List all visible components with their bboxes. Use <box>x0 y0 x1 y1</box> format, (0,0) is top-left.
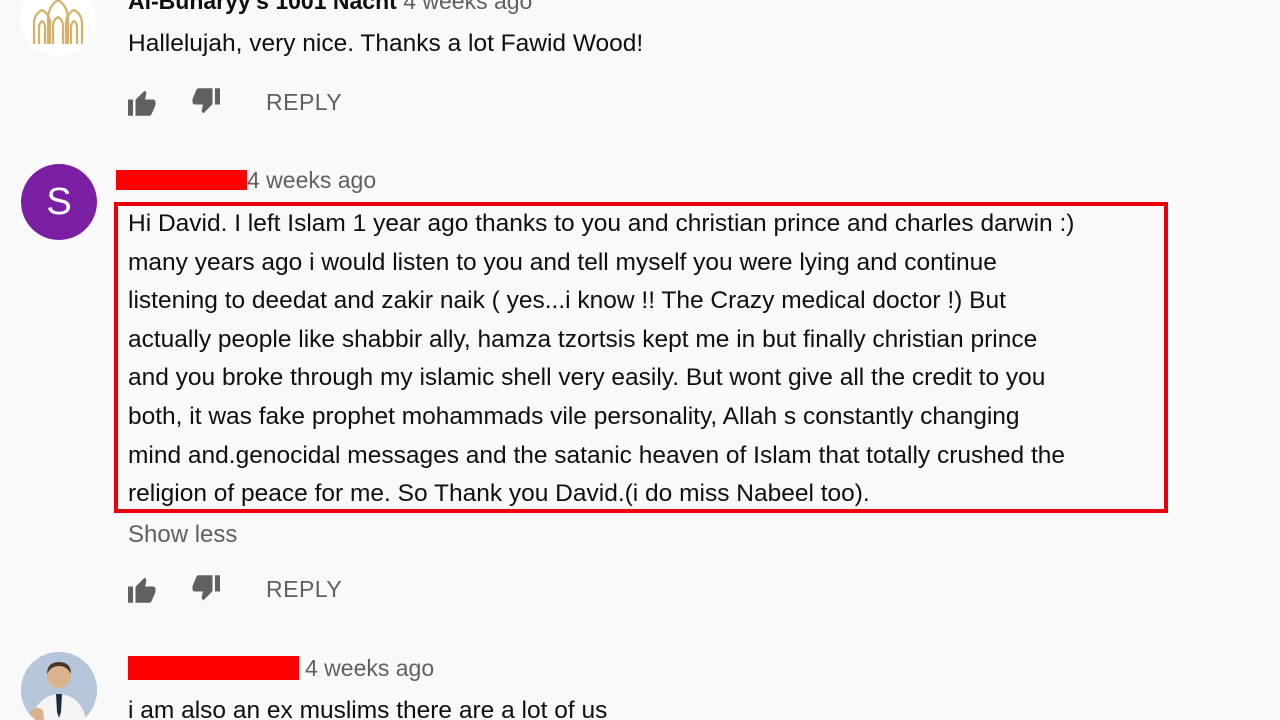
reply-button[interactable]: REPLY <box>266 89 342 116</box>
thumbs-up-icon <box>128 90 156 116</box>
comment-line: religion of peace for me. So Thank you D… <box>128 480 870 508</box>
comment-text: Hi David. I left Islam 1 year ago thanks… <box>128 205 1074 514</box>
redacted-author-name <box>128 656 299 680</box>
comment-line: mind and.genocidal messages and the sata… <box>128 441 1066 469</box>
comment-text: Hallelujah, very nice. Thanks a lot Fawi… <box>128 25 643 64</box>
mosque-logo-icon <box>32 0 84 44</box>
comment-line: both, it was fake prophet mohammads vile… <box>128 402 1020 430</box>
comment-text: i am also an ex muslims there are a lot … <box>128 692 607 720</box>
commenter-avatar[interactable]: S <box>21 164 97 240</box>
show-less-button[interactable]: Show less <box>128 520 237 550</box>
thumbs-down-icon <box>192 88 220 114</box>
reply-button[interactable]: REPLY <box>266 576 342 603</box>
like-button[interactable] <box>128 574 158 604</box>
thumbs-up-icon <box>128 577 156 603</box>
comment-line: Hallelujah, very nice. Thanks a lot Fawi… <box>128 30 644 57</box>
redacted-author-name <box>116 170 247 190</box>
comment-line: actually people like shabbir ally, hamza… <box>128 325 1038 353</box>
comment-actions: REPLY <box>128 86 342 118</box>
comment-author-line: Al-Buharyy's 1001 Nacht 4 weeks ago <box>128 0 532 15</box>
comment-line: i am also an ex muslims there are a lot … <box>128 697 608 720</box>
commenter-avatar[interactable] <box>21 652 97 720</box>
person-photo-icon <box>21 652 97 720</box>
comment-author-line: 4 weeks ago <box>247 166 376 194</box>
thumbs-down-icon <box>192 575 220 601</box>
comments-section: Al-Buharyy's 1001 Nacht 4 weeks ago Hall… <box>0 0 1280 720</box>
dislike-button[interactable] <box>190 574 220 604</box>
channel-avatar-logo[interactable] <box>20 0 96 56</box>
comment-actions: REPLY <box>128 573 342 605</box>
comment-time[interactable]: 4 weeks ago <box>403 0 532 14</box>
comment-line: Hi David. I left Islam 1 year ago thanks… <box>128 210 1075 237</box>
comment-line: and you broke through my islamic shell v… <box>128 364 1046 392</box>
comment-time[interactable]: 4 weeks ago <box>247 167 376 193</box>
like-button[interactable] <box>128 87 158 117</box>
dislike-button[interactable] <box>190 87 220 117</box>
comment-time[interactable]: 4 weeks ago <box>305 655 434 681</box>
comment-author-line: 4 weeks ago <box>305 654 434 682</box>
avatar-letter: S <box>46 180 72 223</box>
comment-line: listening to deedat and zakir naik ( yes… <box>128 287 1006 315</box>
comment-line: many years ago i would listen to you and… <box>128 248 997 276</box>
author-name[interactable]: Al-Buharyy's 1001 Nacht <box>128 0 397 14</box>
